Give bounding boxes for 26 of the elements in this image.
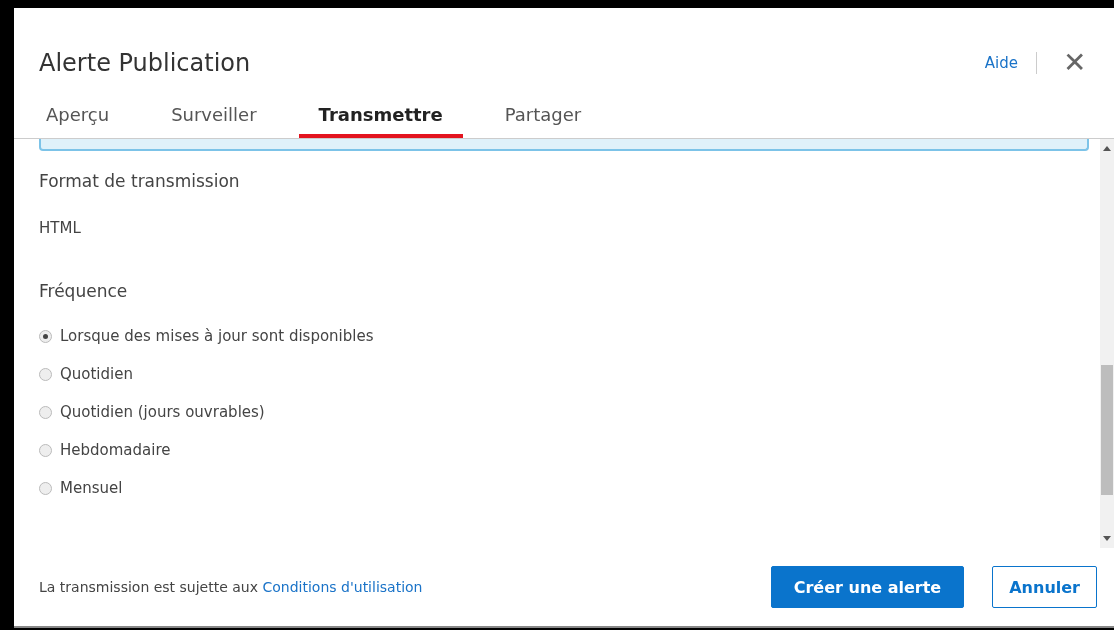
scroll-up-icon[interactable] <box>1103 146 1111 151</box>
create-alert-button[interactable]: Créer une alerte <box>770 566 965 608</box>
radio-option[interactable]: Quotidien <box>39 365 1089 383</box>
radio-button[interactable] <box>39 481 52 495</box>
section-label: Format de transmission <box>39 171 241 191</box>
radio-button[interactable] <box>39 367 52 381</box>
tab[interactable]: Aperçu <box>26 94 130 138</box>
close-button[interactable]: ✕ <box>1055 49 1094 77</box>
radio-button[interactable] <box>39 405 52 419</box>
radio-option[interactable]: Mensuel <box>39 479 1089 497</box>
dialog-title: Alerte Publication <box>39 49 252 77</box>
scrollbar[interactable] <box>1100 139 1114 548</box>
tab[interactable]: Surveiller <box>151 94 277 138</box>
radio-option[interactable]: Hebdomadaire <box>39 441 1089 459</box>
format-value: HTML <box>39 219 82 237</box>
radio-option[interactable]: Lorsque des mises à jour sont disponibles <box>39 327 1089 345</box>
tab[interactable]: Partager <box>484 94 602 138</box>
scroll-down-icon[interactable] <box>1103 536 1111 541</box>
radio-button[interactable] <box>39 443 52 457</box>
radio-button[interactable] <box>39 329 52 343</box>
terms-link[interactable]: Conditions d'utilisation <box>262 579 423 595</box>
radio-option[interactable]: Quotidien (jours ouvrables) <box>39 403 1089 421</box>
section-label: Fréquence <box>39 281 129 301</box>
cancel-button[interactable]: Annuler <box>992 566 1097 608</box>
terms-note: La transmission est sujette aux Conditions d'utilisation <box>39 579 424 595</box>
help-link[interactable]: Aide <box>984 54 1018 72</box>
